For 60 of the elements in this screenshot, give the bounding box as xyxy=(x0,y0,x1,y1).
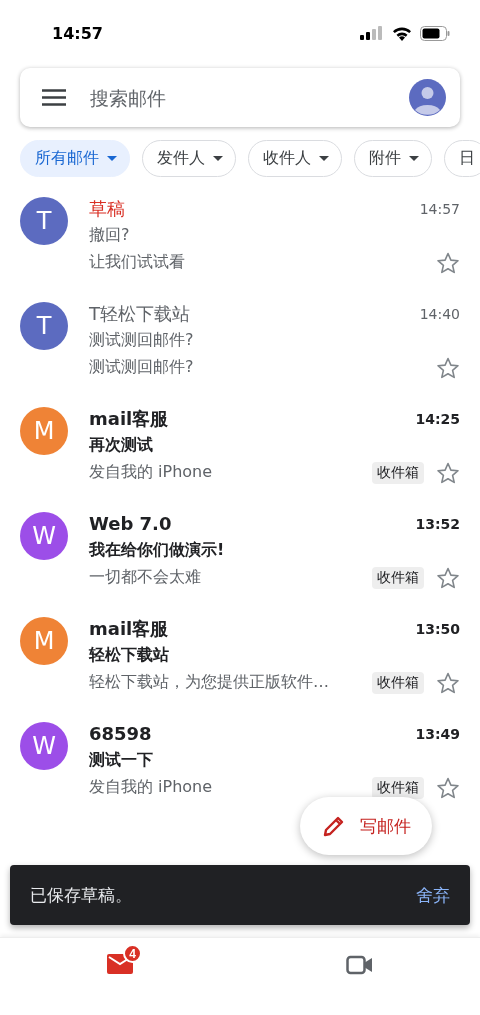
sender-name: mail客服 xyxy=(89,406,169,431)
filter-chip[interactable]: 附件 xyxy=(354,140,432,177)
inbox-label: 收件箱 xyxy=(372,566,424,589)
status-time: 14:57 xyxy=(52,23,103,43)
sender-avatar: T xyxy=(20,197,68,245)
inbox-label: 收件箱 xyxy=(372,776,424,799)
filter-chip[interactable]: 发件人 xyxy=(142,140,236,177)
video-camera-icon xyxy=(346,954,374,976)
sender-name: Web 7.0 xyxy=(89,513,172,534)
email-subject: 我在给你们做演示! xyxy=(89,540,225,561)
sender-avatar: W xyxy=(20,722,68,770)
inbox-label: 收件箱 xyxy=(372,671,424,694)
snackbar-message: 已保存草稿。 xyxy=(30,883,132,907)
account-avatar-icon[interactable] xyxy=(409,79,446,116)
sender-avatar: M xyxy=(20,407,68,455)
email-subject: 再次测试 xyxy=(89,435,153,456)
star-icon[interactable] xyxy=(436,460,460,485)
sender-name: 草稿 xyxy=(89,196,125,221)
star-icon[interactable] xyxy=(436,565,460,590)
filter-chip[interactable]: 所有邮件 xyxy=(20,140,130,177)
email-time: 13:49 xyxy=(415,725,460,742)
search-field[interactable]: 搜索邮件 xyxy=(88,85,387,110)
star-icon[interactable] xyxy=(436,775,460,800)
email-subject: 测试测回邮件? xyxy=(89,330,194,351)
signal-icon xyxy=(360,26,384,40)
compose-button[interactable]: 写邮件 xyxy=(300,797,432,855)
sender-name: mail客服 xyxy=(89,616,169,641)
email-snippet: 一切都不会太难 xyxy=(89,567,201,588)
sender-avatar: M xyxy=(20,617,68,665)
mail-tab[interactable]: 4 xyxy=(0,938,240,1015)
email-time: 13:50 xyxy=(415,620,460,637)
email-time: 14:40 xyxy=(419,305,460,322)
email-snippet: 发自我的 iPhone xyxy=(89,777,213,798)
email-time: 14:57 xyxy=(419,200,460,217)
sender-name: 68598 xyxy=(89,723,152,744)
sender-name: T轻松下载站 xyxy=(89,301,190,326)
email-subject: 轻松下载站 xyxy=(89,645,169,666)
sender-avatar: W xyxy=(20,512,68,560)
star-icon[interactable] xyxy=(436,670,460,695)
inbox-label: 收件箱 xyxy=(372,461,424,484)
filter-chip[interactable]: 日 xyxy=(444,140,480,177)
email-snippet: 让我们试试看 xyxy=(89,252,185,273)
star-icon[interactable] xyxy=(436,250,460,275)
email-snippet: 发自我的 iPhone xyxy=(89,462,213,483)
email-snippet: 轻松下载站，为您提供正版软件… xyxy=(89,672,329,693)
sender-avatar: T xyxy=(20,302,68,350)
search-bar[interactable]: 搜索邮件 xyxy=(20,68,460,127)
wifi-icon xyxy=(392,25,412,41)
unread-count-badge: 4 xyxy=(123,944,142,963)
menu-icon[interactable] xyxy=(42,89,66,106)
email-snippet: 测试测回邮件? xyxy=(89,357,194,378)
battery-icon xyxy=(420,25,450,41)
pencil-icon xyxy=(321,814,346,838)
email-subject: 测试一下 xyxy=(89,750,153,771)
email-time: 13:52 xyxy=(415,515,460,532)
star-icon[interactable] xyxy=(436,355,460,380)
filter-chip[interactable]: 收件人 xyxy=(248,140,342,177)
email-time: 14:25 xyxy=(415,410,460,427)
email-subject: 撤回? xyxy=(89,225,130,246)
discard-button[interactable]: 舍弃 xyxy=(416,883,450,907)
